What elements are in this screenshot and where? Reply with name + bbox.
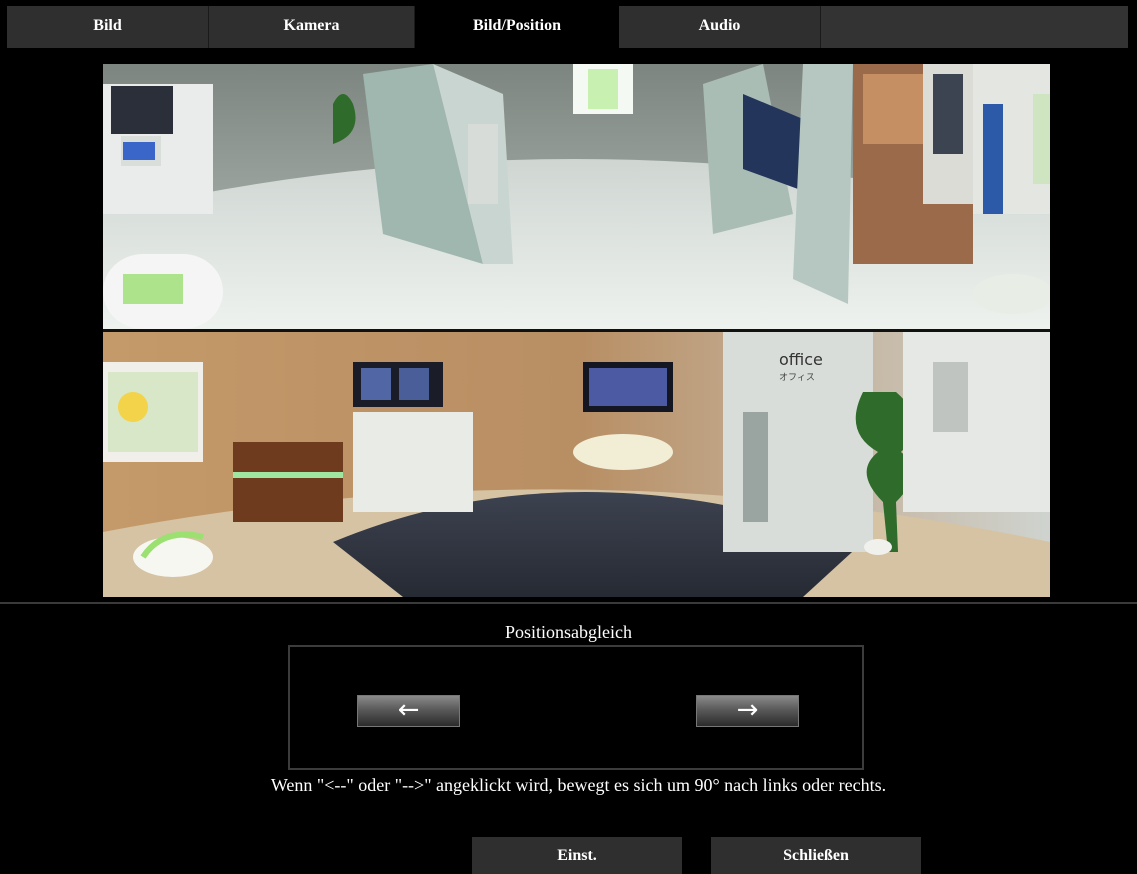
office-sign: office xyxy=(779,350,823,369)
office-sign-sub: オフィス xyxy=(779,372,815,383)
position-title: Positionsabgleich xyxy=(505,622,632,642)
panorama-lower: office オフィス xyxy=(103,332,1050,597)
rotate-right-button[interactable]: → xyxy=(696,695,799,727)
tab-audio[interactable]: Audio xyxy=(619,6,821,48)
rotate-left-button[interactable]: ← xyxy=(357,695,460,727)
tab-bar: Bild Kamera Bild/Position Audio xyxy=(7,6,1128,48)
tab-kamera[interactable]: Kamera xyxy=(209,6,415,48)
tab-bar-filler xyxy=(821,6,1128,48)
position-control-panel: ← → xyxy=(288,645,864,770)
section-divider xyxy=(0,602,1137,604)
panorama-upper xyxy=(103,64,1050,329)
tab-bild-position[interactable]: Bild/Position xyxy=(415,6,619,48)
close-button[interactable]: Schließen xyxy=(711,837,921,874)
position-hint: Wenn "<--" oder "-->" angeklickt wird, b… xyxy=(270,775,887,795)
camera-image: office オフィス xyxy=(103,64,1050,597)
tab-bild[interactable]: Bild xyxy=(7,6,209,48)
set-button[interactable]: Einst. xyxy=(472,837,682,874)
